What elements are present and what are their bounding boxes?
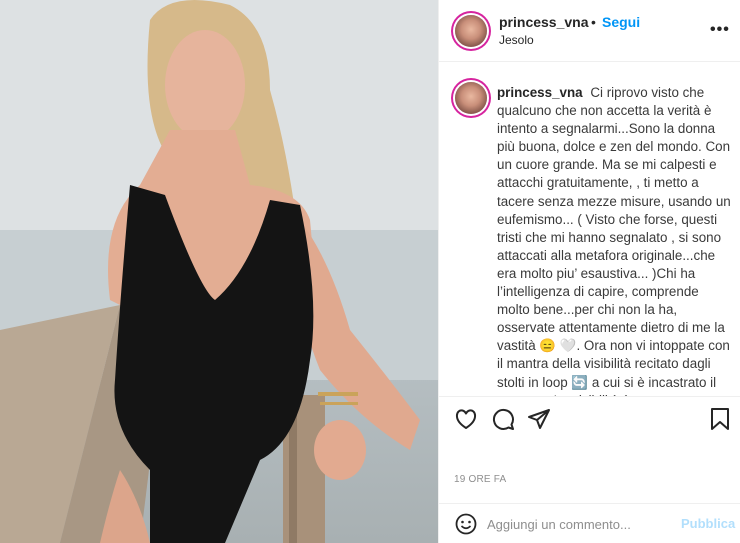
follow-button[interactable]: Segui [602,14,640,30]
share-icon[interactable] [527,407,551,431]
heart-icon[interactable] [454,407,478,431]
comment-input[interactable] [487,514,667,534]
bookmark-icon[interactable] [709,407,731,431]
location-link[interactable]: Jesolo [499,33,534,47]
username-link[interactable]: princess_vna [499,14,589,30]
caption-avatar[interactable] [455,82,487,114]
avatar[interactable] [455,15,487,47]
caption: princess_vna Ci riprovo visto che qualcu… [497,84,733,396]
publish-button[interactable]: Pubblica [681,516,735,531]
caption-scroll-area[interactable]: princess_vna Ci riprovo visto che qualcu… [439,62,740,396]
comment-bar: Pubblica [439,503,740,543]
post-photo[interactable] [0,0,438,543]
post-side-panel: princess_vna • Segui Jesolo ••• princess… [438,0,740,543]
post-actions [439,396,740,440]
caption-username[interactable]: princess_vna [497,85,583,100]
separator-dot: • [591,14,596,30]
more-options-icon[interactable]: ••• [710,21,730,39]
photo-illustration [0,0,438,543]
comment-icon[interactable] [491,407,515,431]
post-timestamp[interactable]: 19 ORE FA [454,474,506,485]
post-header: princess_vna • Segui Jesolo ••• [439,0,740,62]
caption-text: Ci riprovo visto che qualcuno che non ac… [497,85,731,396]
emoji-icon[interactable] [455,513,477,535]
